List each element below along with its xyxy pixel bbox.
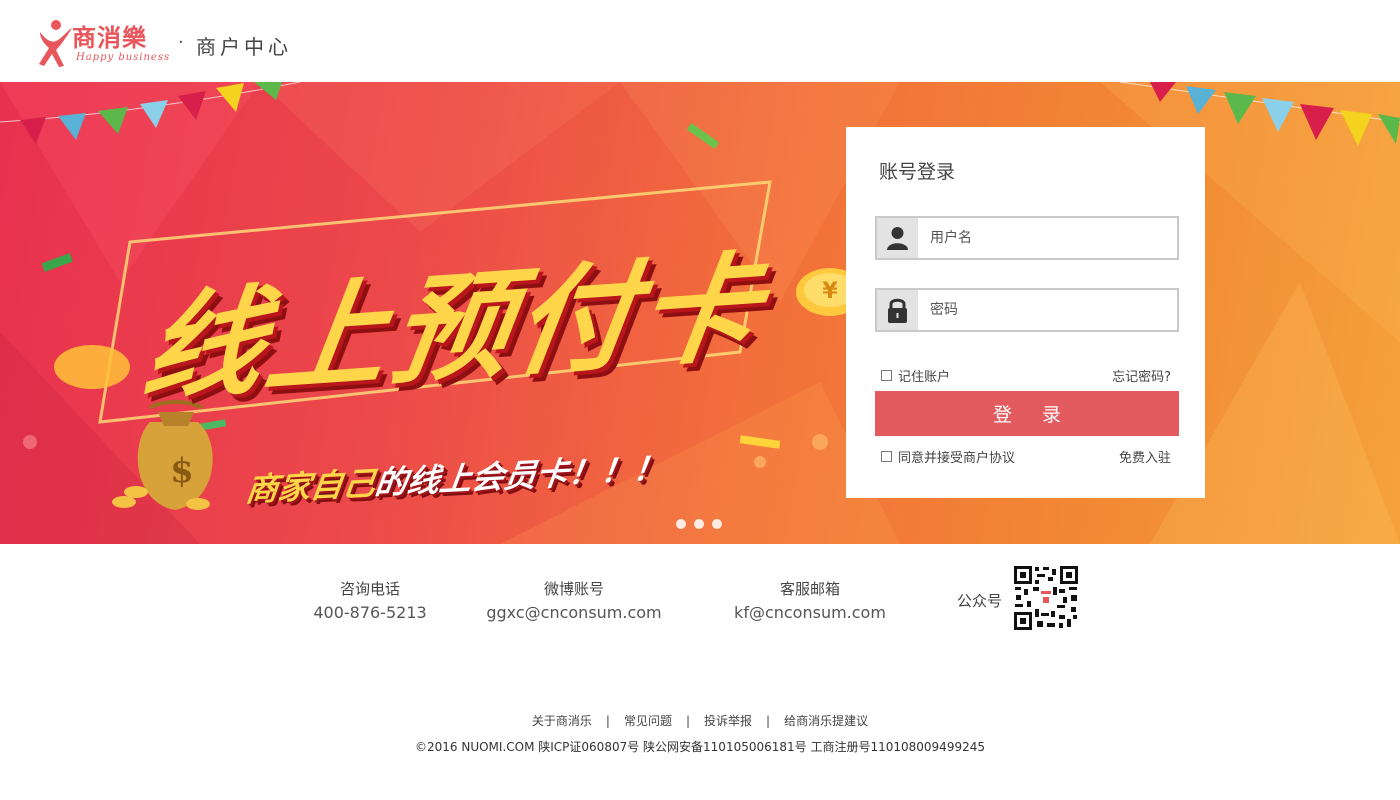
brand-logo[interactable]: 商消樂 Happy business [34, 18, 169, 70]
remember-account[interactable]: 记住账户 [881, 366, 950, 385]
footer-link-about[interactable]: 关于商消乐 [532, 714, 592, 728]
site-header: 商消樂 Happy business · 商户中心 [0, 0, 1400, 82]
footer-separator: | [766, 714, 771, 728]
footer-link-complaint[interactable]: 投诉举报 [704, 714, 752, 728]
copyright-text: ©2016 NUOMI.COM 陕ICP证060807号 陕公网安备110105… [415, 740, 985, 754]
username-input[interactable] [918, 218, 1177, 258]
contact-weibo: 微博账号 ggxc@cnconsum.com [484, 578, 664, 622]
lock-icon [877, 290, 918, 330]
carousel-dot-2[interactable] [694, 519, 704, 529]
footer-link-faq[interactable]: 常见问题 [624, 714, 672, 728]
carousel-dot-1[interactable] [676, 519, 686, 529]
weibo-value: ggxc@cnconsum.com [486, 603, 662, 622]
username-field[interactable] [875, 216, 1179, 260]
page-title: 商户中心 [196, 35, 292, 59]
login-panel: 账号登录 记住账户 忘记密码? 登 录 同意并接受商户协议 免费入驻 [846, 127, 1205, 498]
weibo-label: 微博账号 [543, 580, 604, 598]
contact-phone: 咨询电话 400-876-5213 [300, 578, 440, 622]
logo-subtext: Happy business [76, 52, 171, 63]
logo-text: 商消樂 [72, 23, 147, 52]
dancer-logo-icon [39, 20, 72, 67]
remember-checkbox[interactable] [881, 370, 892, 381]
email-label: 客服邮箱 [779, 580, 840, 598]
password-input[interactable] [918, 290, 1177, 330]
remember-label: 记住账户 [898, 370, 951, 385]
password-field[interactable] [875, 288, 1179, 332]
agree-terms[interactable]: 同意并接受商户协议 [881, 447, 1015, 466]
footer-links: 关于商消乐 | 常见问题 | 投诉举报 | 给商消乐提建议 [0, 712, 1400, 729]
footer-separator: | [605, 714, 610, 728]
dollar-bag-icon: $ [170, 451, 194, 491]
yuan-coin-icon: ¥ [822, 279, 838, 304]
agree-checkbox[interactable] [881, 451, 892, 462]
carousel-dots [676, 519, 722, 529]
banner-subline-highlight: 商家自己 [243, 464, 378, 509]
footer-link-feedback[interactable]: 给商消乐提建议 [784, 714, 868, 728]
phone-value: 400-876-5213 [313, 603, 427, 622]
header-separator: · [178, 32, 184, 53]
login-title: 账号登录 [879, 161, 956, 183]
free-signup-link[interactable]: 免费入驻 [1119, 447, 1171, 466]
email-value: kf@cnconsum.com [734, 603, 886, 622]
agree-label: 同意并接受商户协议 [898, 451, 1016, 466]
user-icon [877, 218, 918, 258]
wechat-qr-code-icon [1013, 565, 1079, 631]
forgot-password-link[interactable]: 忘记密码? [1112, 366, 1171, 385]
login-button[interactable]: 登 录 [875, 391, 1179, 436]
wechat-label: 公众号 [957, 592, 1003, 610]
phone-label: 咨询电话 [339, 580, 400, 598]
carousel-dot-3[interactable] [712, 519, 722, 529]
contact-email: 客服邮箱 kf@cnconsum.com [730, 578, 890, 622]
footer-separator: | [685, 714, 691, 728]
